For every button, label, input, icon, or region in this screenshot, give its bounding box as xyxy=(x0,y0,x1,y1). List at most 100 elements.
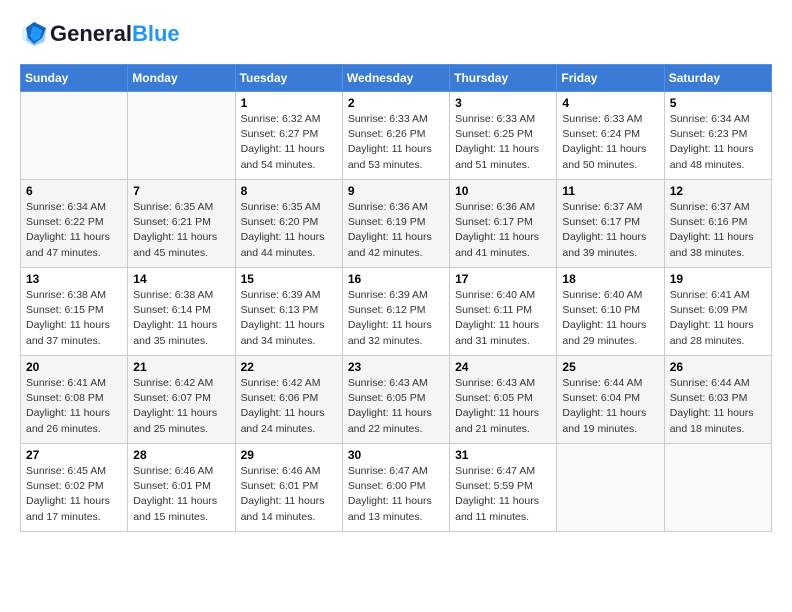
day-info: Sunrise: 6:40 AM Sunset: 6:11 PM Dayligh… xyxy=(455,288,551,349)
day-number: 10 xyxy=(455,184,551,198)
calendar-cell: 15 Sunrise: 6:39 AM Sunset: 6:13 PM Dayli… xyxy=(235,268,342,356)
calendar-cell: 3Sunrise: 6:33 AM Sunset: 6:25 PM Daylig… xyxy=(450,92,557,180)
calendar-cell: 31 Sunrise: 6:47 AM Sunset: 5:59 PM Dayli… xyxy=(450,444,557,532)
calendar-cell: 25Sunrise: 6:44 AM Sunset: 6:04 PM Dayli… xyxy=(557,356,664,444)
weekday-header-thursday: Thursday xyxy=(450,65,557,92)
logo-text: GeneralBlue xyxy=(50,22,180,46)
day-info: Sunrise: 6:39 AM Sunset: 6:12 PM Dayligh… xyxy=(348,288,444,349)
calendar-cell: 19 Sunrise: 6:41 AM Sunset: 6:09 PM Dayli… xyxy=(664,268,771,356)
day-info: Sunrise: 6:41 AM Sunset: 6:09 PM Dayligh… xyxy=(670,288,766,349)
calendar-cell: 16 Sunrise: 6:39 AM Sunset: 6:12 PM Dayli… xyxy=(342,268,449,356)
calendar-cell xyxy=(557,444,664,532)
calendar-cell: 20 Sunrise: 6:41 AM Sunset: 6:08 PM Dayli… xyxy=(21,356,128,444)
day-info: Sunrise: 6:41 AM Sunset: 6:08 PM Dayligh… xyxy=(26,376,122,437)
day-number: 11 xyxy=(562,184,658,198)
day-info: Sunrise: 6:38 AM Sunset: 6:14 PM Dayligh… xyxy=(133,288,229,349)
logo-icon xyxy=(20,20,48,48)
day-info: Sunrise: 6:44 AM Sunset: 6:03 PM Dayligh… xyxy=(670,376,766,437)
day-number: 23 xyxy=(348,360,444,374)
day-number: 8 xyxy=(241,184,337,198)
calendar-cell: 24 Sunrise: 6:43 AM Sunset: 6:05 PM Dayli… xyxy=(450,356,557,444)
calendar-cell: 27Sunrise: 6:45 AM Sunset: 6:02 PM Dayli… xyxy=(21,444,128,532)
day-info: Sunrise: 6:34 AM Sunset: 6:22 PM Dayligh… xyxy=(26,200,122,261)
day-number: 28 xyxy=(133,448,229,462)
day-info: Sunrise: 6:33 AM Sunset: 6:24 PM Dayligh… xyxy=(562,112,658,173)
day-number: 29 xyxy=(241,448,337,462)
day-info: Sunrise: 6:36 AM Sunset: 6:17 PM Dayligh… xyxy=(455,200,551,261)
day-info: Sunrise: 6:46 AM Sunset: 6:01 PM Dayligh… xyxy=(241,464,337,525)
calendar-cell: 1 Sunrise: 6:32 AM Sunset: 6:27 PM Daylig… xyxy=(235,92,342,180)
calendar-cell: 6 Sunrise: 6:34 AM Sunset: 6:22 PM Daylig… xyxy=(21,180,128,268)
day-number: 4 xyxy=(562,96,658,110)
calendar-cell: 30 Sunrise: 6:47 AM Sunset: 6:00 PM Dayli… xyxy=(342,444,449,532)
day-number: 20 xyxy=(26,360,122,374)
calendar-week-5: 27Sunrise: 6:45 AM Sunset: 6:02 PM Dayli… xyxy=(21,444,772,532)
calendar-cell: 7 Sunrise: 6:35 AM Sunset: 6:21 PM Daylig… xyxy=(128,180,235,268)
day-info: Sunrise: 6:46 AM Sunset: 6:01 PM Dayligh… xyxy=(133,464,229,525)
day-number: 6 xyxy=(26,184,122,198)
calendar-cell: 29 Sunrise: 6:46 AM Sunset: 6:01 PM Dayli… xyxy=(235,444,342,532)
day-number: 15 xyxy=(241,272,337,286)
day-info: Sunrise: 6:44 AM Sunset: 6:04 PM Dayligh… xyxy=(562,376,658,437)
day-number: 9 xyxy=(348,184,444,198)
calendar-cell: 4 Sunrise: 6:33 AM Sunset: 6:24 PM Daylig… xyxy=(557,92,664,180)
day-number: 17 xyxy=(455,272,551,286)
calendar-cell: 17 Sunrise: 6:40 AM Sunset: 6:11 PM Dayli… xyxy=(450,268,557,356)
day-number: 12 xyxy=(670,184,766,198)
calendar-cell: 21 Sunrise: 6:42 AM Sunset: 6:07 PM Dayli… xyxy=(128,356,235,444)
day-number: 30 xyxy=(348,448,444,462)
day-info: Sunrise: 6:43 AM Sunset: 6:05 PM Dayligh… xyxy=(455,376,551,437)
day-number: 1 xyxy=(241,96,337,110)
weekday-header-saturday: Saturday xyxy=(664,65,771,92)
day-info: Sunrise: 6:47 AM Sunset: 6:00 PM Dayligh… xyxy=(348,464,444,525)
day-info: Sunrise: 6:38 AM Sunset: 6:15 PM Dayligh… xyxy=(26,288,122,349)
day-info: Sunrise: 6:33 AM Sunset: 6:25 PM Dayligh… xyxy=(455,112,551,173)
day-number: 31 xyxy=(455,448,551,462)
weekday-header-monday: Monday xyxy=(128,65,235,92)
day-number: 18 xyxy=(562,272,658,286)
calendar-cell: 9 Sunrise: 6:36 AM Sunset: 6:19 PM Daylig… xyxy=(342,180,449,268)
day-info: Sunrise: 6:43 AM Sunset: 6:05 PM Dayligh… xyxy=(348,376,444,437)
day-number: 16 xyxy=(348,272,444,286)
calendar-cell: 22Sunrise: 6:42 AM Sunset: 6:06 PM Dayli… xyxy=(235,356,342,444)
day-number: 7 xyxy=(133,184,229,198)
calendar-cell xyxy=(664,444,771,532)
calendar-cell: 5Sunrise: 6:34 AM Sunset: 6:23 PM Daylig… xyxy=(664,92,771,180)
day-info: Sunrise: 6:42 AM Sunset: 6:06 PM Dayligh… xyxy=(241,376,337,437)
day-info: Sunrise: 6:32 AM Sunset: 6:27 PM Dayligh… xyxy=(241,112,337,173)
page-header: GeneralBlue xyxy=(20,20,772,48)
calendar-cell xyxy=(128,92,235,180)
calendar-cell: 14Sunrise: 6:38 AM Sunset: 6:14 PM Dayli… xyxy=(128,268,235,356)
weekday-header-row: SundayMondayTuesdayWednesdayThursdayFrid… xyxy=(21,65,772,92)
day-number: 24 xyxy=(455,360,551,374)
calendar-cell: 11 Sunrise: 6:37 AM Sunset: 6:17 PM Dayli… xyxy=(557,180,664,268)
weekday-header-wednesday: Wednesday xyxy=(342,65,449,92)
day-info: Sunrise: 6:42 AM Sunset: 6:07 PM Dayligh… xyxy=(133,376,229,437)
day-info: Sunrise: 6:40 AM Sunset: 6:10 PM Dayligh… xyxy=(562,288,658,349)
calendar-cell: 12Sunrise: 6:37 AM Sunset: 6:16 PM Dayli… xyxy=(664,180,771,268)
day-info: Sunrise: 6:37 AM Sunset: 6:17 PM Dayligh… xyxy=(562,200,658,261)
calendar-cell: 28 Sunrise: 6:46 AM Sunset: 6:01 PM Dayli… xyxy=(128,444,235,532)
calendar-cell: 18 Sunrise: 6:40 AM Sunset: 6:10 PM Dayli… xyxy=(557,268,664,356)
calendar-cell: 8 Sunrise: 6:35 AM Sunset: 6:20 PM Daylig… xyxy=(235,180,342,268)
day-info: Sunrise: 6:35 AM Sunset: 6:21 PM Dayligh… xyxy=(133,200,229,261)
logo: GeneralBlue xyxy=(20,20,180,48)
calendar-cell: 13 Sunrise: 6:38 AM Sunset: 6:15 PM Dayli… xyxy=(21,268,128,356)
day-number: 19 xyxy=(670,272,766,286)
day-number: 13 xyxy=(26,272,122,286)
calendar-week-2: 6 Sunrise: 6:34 AM Sunset: 6:22 PM Daylig… xyxy=(21,180,772,268)
calendar-week-1: 1 Sunrise: 6:32 AM Sunset: 6:27 PM Daylig… xyxy=(21,92,772,180)
day-number: 5 xyxy=(670,96,766,110)
calendar-week-3: 13 Sunrise: 6:38 AM Sunset: 6:15 PM Dayli… xyxy=(21,268,772,356)
day-number: 21 xyxy=(133,360,229,374)
day-info: Sunrise: 6:36 AM Sunset: 6:19 PM Dayligh… xyxy=(348,200,444,261)
weekday-header-sunday: Sunday xyxy=(21,65,128,92)
day-info: Sunrise: 6:45 AM Sunset: 6:02 PM Dayligh… xyxy=(26,464,122,525)
calendar-cell: 26 Sunrise: 6:44 AM Sunset: 6:03 PM Dayli… xyxy=(664,356,771,444)
calendar-cell: 10 Sunrise: 6:36 AM Sunset: 6:17 PM Dayli… xyxy=(450,180,557,268)
day-number: 26 xyxy=(670,360,766,374)
day-info: Sunrise: 6:47 AM Sunset: 5:59 PM Dayligh… xyxy=(455,464,551,525)
calendar-cell: 2Sunrise: 6:33 AM Sunset: 6:26 PM Daylig… xyxy=(342,92,449,180)
day-info: Sunrise: 6:35 AM Sunset: 6:20 PM Dayligh… xyxy=(241,200,337,261)
day-info: Sunrise: 6:39 AM Sunset: 6:13 PM Dayligh… xyxy=(241,288,337,349)
